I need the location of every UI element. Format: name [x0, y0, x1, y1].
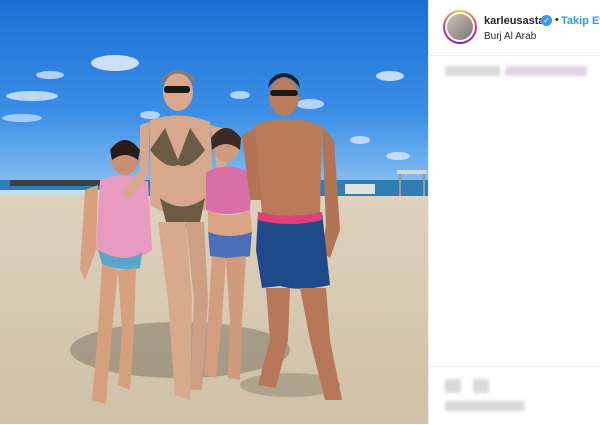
avatar-image — [447, 14, 473, 40]
blurred-likes-text — [445, 401, 525, 411]
blurred-caption-line — [505, 66, 587, 76]
post-header: karleusastar ✓ • Takip Et Burj Al Arab — [429, 0, 600, 56]
avatar-story-ring[interactable] — [443, 10, 477, 44]
follow-separator: • — [555, 14, 559, 26]
post-footer — [429, 366, 600, 425]
instagram-post: karleusastar ✓ • Takip Et Burj Al Arab — [0, 0, 600, 424]
verified-badge-icon: ✓ — [541, 15, 552, 26]
blurred-caption-line — [445, 66, 500, 76]
username-link[interactable]: karleusastar — [484, 15, 549, 27]
avatar — [445, 12, 475, 42]
follow-button[interactable]: Takip Et — [561, 15, 600, 27]
beach-photo-illustration — [0, 0, 428, 424]
post-sidebar: karleusastar ✓ • Takip Et Burj Al Arab — [428, 0, 600, 424]
blurred-action-icon — [473, 379, 489, 393]
blurred-action-icon — [445, 379, 461, 393]
post-photo[interactable] — [0, 0, 428, 424]
location-link[interactable]: Burj Al Arab — [484, 31, 536, 42]
